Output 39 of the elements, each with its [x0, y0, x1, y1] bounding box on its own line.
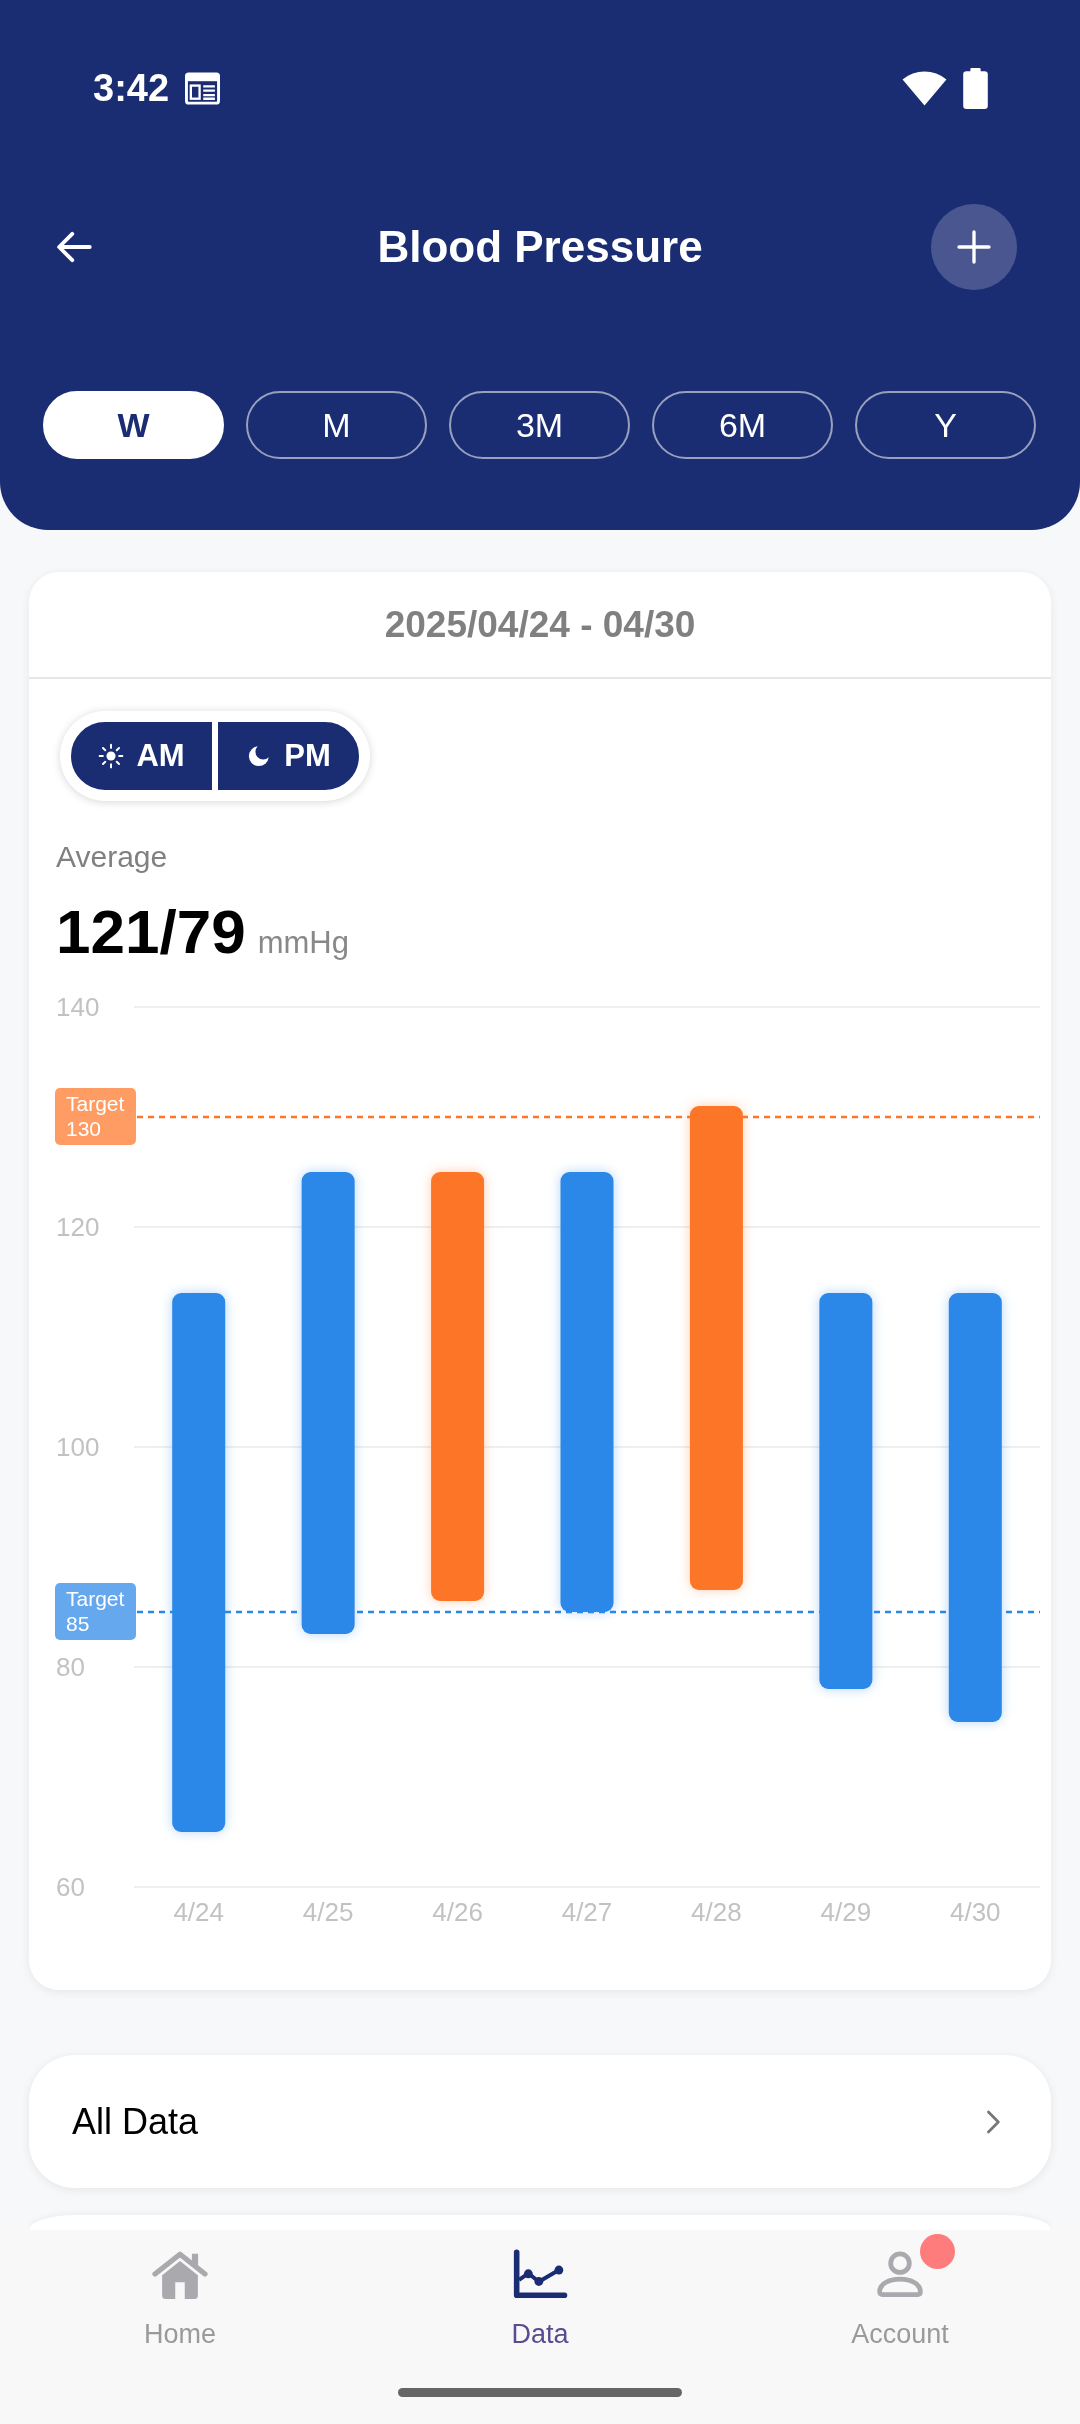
chevron-right-icon: [985, 2108, 1001, 2135]
battery-icon: [963, 67, 988, 109]
axis-label: 100: [56, 1432, 100, 1462]
nav-tab[interactable]: Data: [497, 2233, 583, 2349]
axis-label: 4/27: [561, 1897, 613, 1927]
range-tab[interactable]: W: [43, 391, 224, 459]
axis-label: 4/28: [691, 1897, 742, 1927]
session-toggle-button[interactable]: AM: [71, 722, 212, 790]
axis-label: 140: [56, 992, 100, 1022]
average-value: 121/79: [56, 897, 246, 967]
axis-label: 4/25: [302, 1897, 354, 1927]
newspaper-icon: [185, 71, 221, 105]
home-icon: [151, 2249, 209, 2299]
axis-label: 120: [56, 1212, 100, 1242]
target-label: Target 130: [55, 1088, 136, 1145]
page-title: Blood Pressure: [377, 220, 703, 273]
range-tab[interactable]: M: [246, 391, 427, 459]
wifi-icon: [902, 70, 947, 106]
ref-line-label: Target 130: [66, 1092, 131, 1140]
average-label: Average: [56, 839, 168, 875]
all-data-item[interactable]: All Data: [29, 2055, 1051, 2188]
date-range: 2025/04/24 - 04/30: [384, 602, 696, 647]
axis-label: 4/29: [820, 1897, 872, 1927]
range-tab[interactable]: Y: [855, 391, 1036, 459]
range-tab[interactable]: 6M: [652, 391, 833, 459]
sun-icon: [98, 743, 125, 769]
axis-label: 4/30: [950, 1897, 1001, 1927]
status-time: 3:42: [93, 69, 170, 107]
axis-label: 4/26: [432, 1897, 483, 1927]
axis-label: 80: [56, 1652, 85, 1682]
ref-line-label: Target 85: [66, 1587, 131, 1635]
person-icon: [874, 2248, 926, 2300]
target-label: Target 85: [55, 1583, 136, 1640]
unit-label: mmHg: [257, 924, 349, 962]
range-tab[interactable]: 3M: [449, 391, 630, 459]
axis-label: 60: [56, 1872, 85, 1902]
axis-label: 4/24: [173, 1897, 224, 1927]
session-toggle-button[interactable]: PM: [218, 722, 359, 790]
chart-icon: [512, 2249, 568, 2299]
